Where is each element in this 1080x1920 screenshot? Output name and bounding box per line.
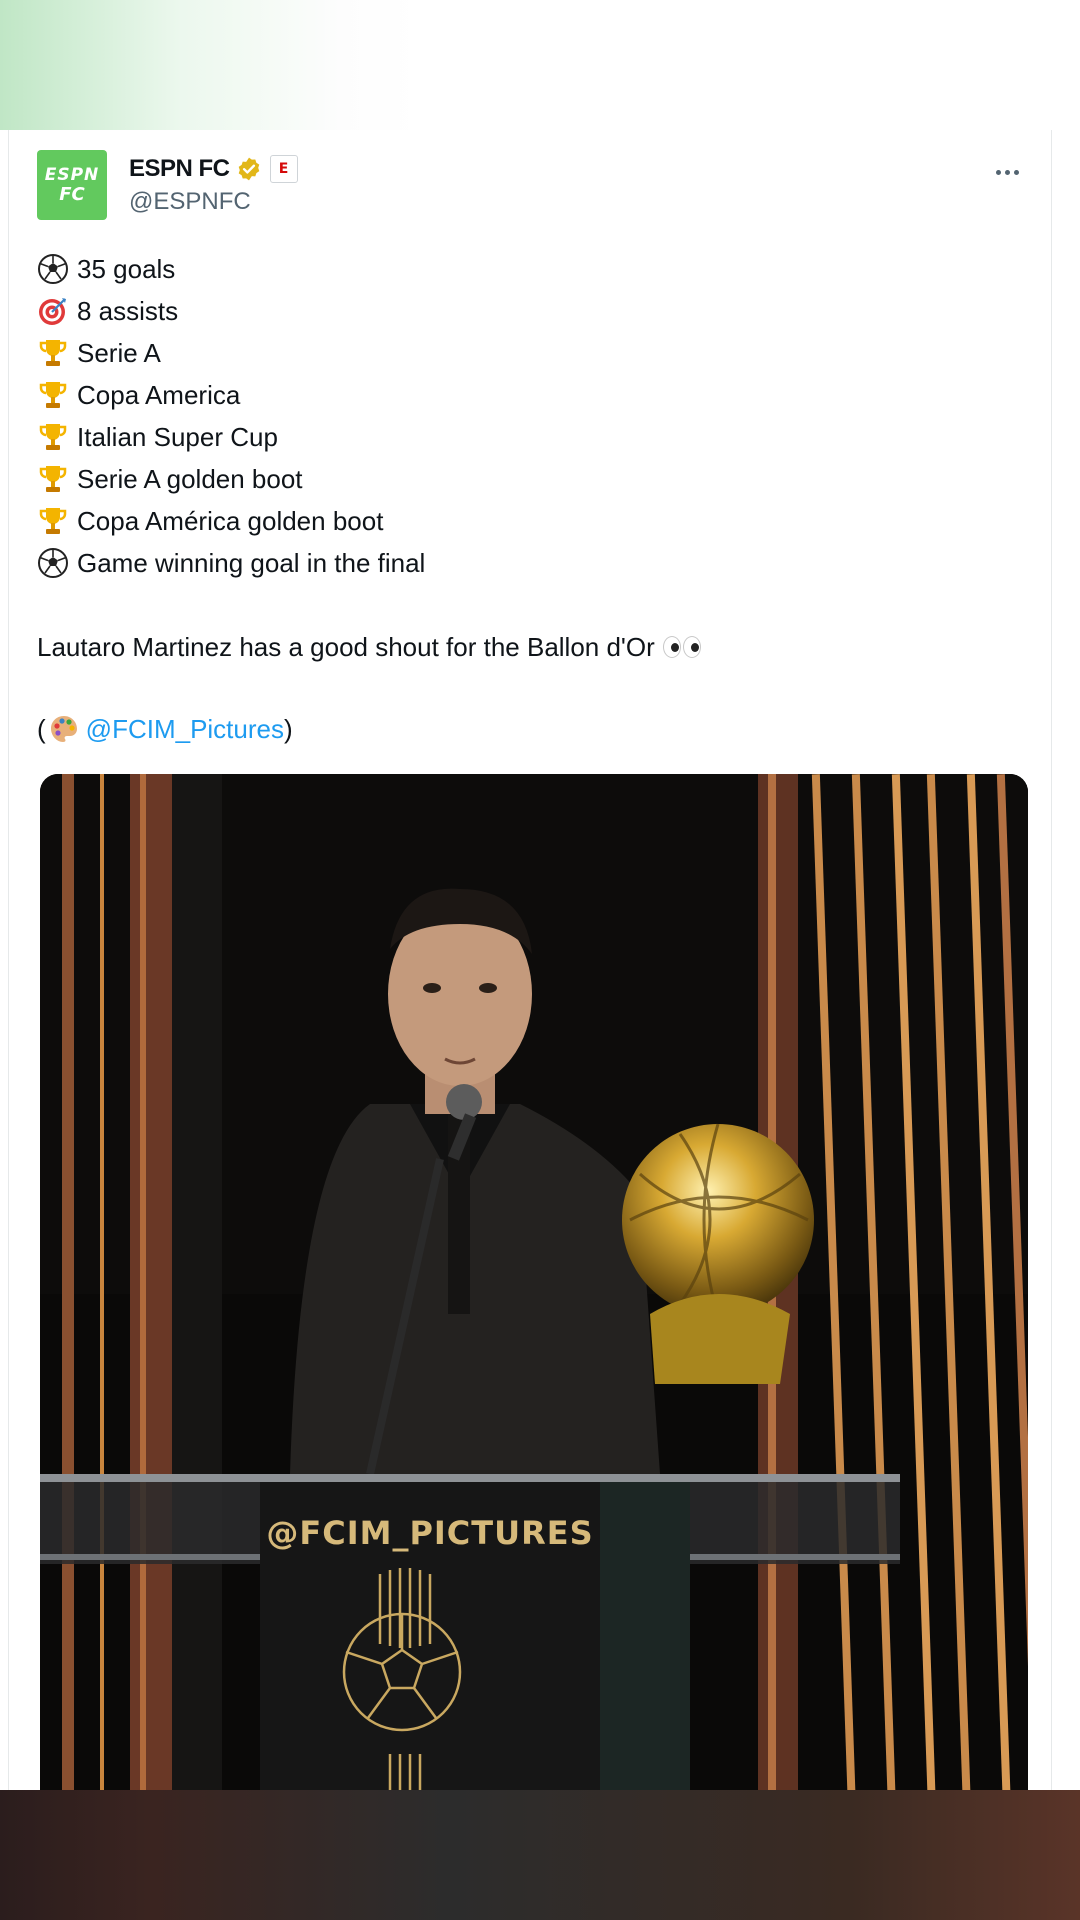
- eyes-emoji-icon: [662, 636, 701, 658]
- more-options-icon[interactable]: [987, 162, 1027, 182]
- stat-line: Copa América golden boot: [37, 500, 1017, 542]
- trophy-icon: [39, 382, 67, 408]
- artist-palette-icon: [50, 716, 77, 742]
- affiliate-badge-icon: E: [269, 155, 298, 183]
- tweet-card[interactable]: ESPN FC ESPN FC E @ESPNFC 35 goals 8 ass…: [8, 130, 1052, 1790]
- verified-badge-icon: [238, 157, 259, 181]
- stat-line: 8 assists: [37, 290, 1017, 332]
- author-name[interactable]: ESPN FC: [129, 155, 230, 183]
- fcim-pictures-mention-link[interactable]: @FCIM_Pictures: [86, 714, 284, 745]
- tweet-header: ESPN FC ESPN FC E @ESPNFC: [37, 150, 1027, 222]
- stat-line: 35 goals: [37, 248, 1017, 290]
- trophy-icon: [39, 466, 67, 492]
- lautaro-ballon-dor-photo: @FCIM_PICTURES: [40, 774, 1028, 1790]
- stat-line: Serie A golden boot: [37, 458, 1017, 500]
- stat-line: Italian Super Cup: [37, 416, 1017, 458]
- photo-credit: ( @FCIM_Pictures ): [37, 713, 293, 745]
- blurred-bottom-background: [0, 1790, 1080, 1920]
- soccer-ball-icon: [38, 254, 68, 284]
- stat-line: Copa America: [37, 374, 1017, 416]
- soccer-ball-icon: [38, 548, 68, 578]
- espn-fc-avatar[interactable]: ESPN FC: [37, 150, 107, 220]
- blurred-top-background: [0, 0, 1080, 130]
- direct-hit-target-icon: [39, 298, 66, 325]
- trophy-icon: [39, 340, 67, 366]
- stat-line: Game winning goal in the final: [37, 542, 1017, 584]
- stat-line: Serie A: [37, 332, 1017, 374]
- author-info: ESPN FC E @ESPNFC: [129, 154, 298, 216]
- trophy-icon: [39, 424, 67, 450]
- podium-watermark-text: @FCIM_PICTURES: [266, 1514, 593, 1552]
- tweet-paragraph: Lautaro Martinez has a good shout for th…: [37, 626, 1017, 668]
- tweet-photo[interactable]: @FCIM_PICTURES: [40, 774, 1028, 1790]
- author-handle[interactable]: @ESPNFC: [129, 188, 298, 216]
- trophy-icon: [39, 508, 67, 534]
- tweet-text: 35 goals 8 assists Serie A Copa America …: [37, 248, 1017, 750]
